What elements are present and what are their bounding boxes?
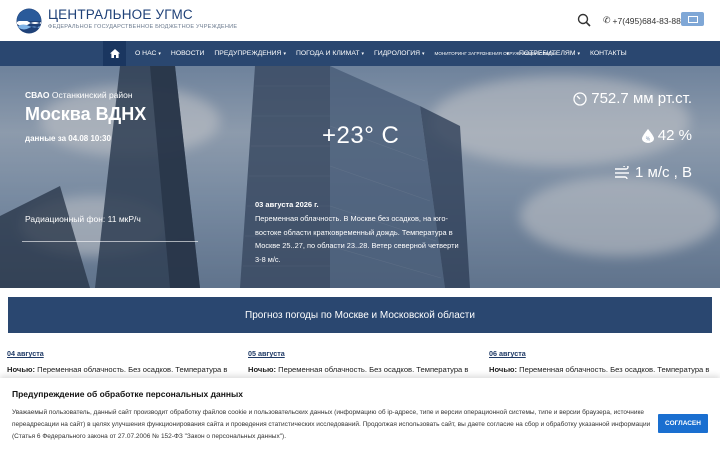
cookie-title: Предупреждение об обработке персональных… <box>12 389 244 399</box>
chevron-down-icon: ▾ <box>158 50 161 57</box>
site-subtitle: ФЕДЕРАЛЬНОЕ ГОСУДАРСТВЕННОЕ БЮДЖЕТНОЕ УЧ… <box>48 24 238 30</box>
nav-item-hydrology[interactable]: ГИДРОЛОГИЯ ▾ <box>369 50 430 57</box>
wind-stat: 1 м/с , В <box>615 164 692 181</box>
nav-home-button[interactable] <box>103 41 126 66</box>
cookie-consent-bar: Предупреждение об обработке персональных… <box>0 378 720 450</box>
search-icon[interactable] <box>577 13 591 27</box>
cookie-accept-button[interactable]: СОГЛАСЕН <box>658 414 708 433</box>
home-icon <box>109 49 120 58</box>
nav-item-about[interactable]: О НАС ▾ <box>130 50 166 57</box>
logo-icon[interactable] <box>16 8 42 34</box>
nav-item-contacts[interactable]: КОНТАКТЫ <box>585 50 632 57</box>
nav-item-pollution-monitoring[interactable]: МОНИТОРИНГ ЗАГРЯЗНЕНИЯ ОКРУЖАЮЩЕЙ СРЕДЫ ▾ <box>430 50 556 57</box>
phone-number: +7(495)684-83-88 <box>612 15 681 26</box>
station-name: Москва ВДНХ <box>25 104 147 124</box>
chevron-down-icon: ▾ <box>506 50 510 57</box>
mail-icon <box>687 15 698 23</box>
district: СВАО <box>25 90 50 100</box>
pressure-stat: 752.7 мм рт.ст. <box>573 90 692 107</box>
chevron-down-icon: ▾ <box>283 50 286 57</box>
divider <box>22 241 198 242</box>
period-label: Ночью: <box>7 365 36 374</box>
nav-label: КОНТАКТЫ <box>590 50 627 57</box>
svg-text:%: % <box>646 136 651 142</box>
wind-icon <box>615 166 629 179</box>
location-line: СВАО Останкинский район <box>25 90 133 100</box>
forecast-day-date[interactable]: 05 августа <box>248 349 478 358</box>
site-title[interactable]: ЦЕНТРАЛЬНОЕ УГМС <box>48 7 193 22</box>
humidity-icon: % <box>641 128 654 143</box>
site-header: ЦЕНТРАЛЬНОЕ УГМС ФЕДЕРАЛЬНОЕ ГОСУДАРСТВЕ… <box>0 0 720 41</box>
nav-item-news[interactable]: НОВОСТИ <box>166 50 210 57</box>
humidity-stat: % 42 % <box>641 127 692 144</box>
nav-label: МОНИТОРИНГ ЗАГРЯЗНЕНИЯ ОКРУЖАЮЩЕЙ СРЕДЫ <box>434 50 556 56</box>
pressure-value: 752.7 мм рт.ст. <box>591 90 692 107</box>
humidity-value: 42 % <box>657 127 692 144</box>
nav-label: ГИДРОЛОГИЯ <box>374 50 421 57</box>
forecast-text: Переменная облачность. В Москве без осад… <box>255 214 459 264</box>
chevron-down-icon: ▾ <box>577 50 581 57</box>
data-timestamp: данные за 04.08 10:30 <box>25 134 111 143</box>
chevron-down-icon: ▾ <box>361 50 365 57</box>
nav-label: ПРЕДУПРЕЖДЕНИЯ <box>214 50 282 57</box>
current-temperature: +23° C <box>322 122 400 149</box>
period-label: Ночью: <box>248 365 277 374</box>
nav-items: О НАС ▾ НОВОСТИ ПРЕДУПРЕЖДЕНИЯ ▾ ПОГОДА И … <box>130 41 632 66</box>
cookie-text: Уважаемый пользователь, данный сайт прои… <box>12 409 651 440</box>
phone-icon: ✆ <box>603 15 611 25</box>
nav-label: ПОГОДА И КЛИМАТ <box>295 50 360 57</box>
radiation-level: Радиационный фон: 11 мкР/ч <box>25 214 141 224</box>
nav-label: ПОТРЕБИТЕЛЯМ <box>519 50 576 57</box>
pressure-icon <box>573 91 587 106</box>
forecast-day-date[interactable]: 06 августа <box>489 349 719 358</box>
forecast-date: 03 августа 2026 г. <box>255 200 319 209</box>
nav-item-consumers[interactable]: ПОТРЕБИТЕЛЯМ ▾ <box>514 50 585 57</box>
nav-label: О НАС <box>135 50 157 57</box>
main-nav: О НАС ▾ НОВОСТИ ПРЕДУПРЕЖДЕНИЯ ▾ ПОГОДА И … <box>0 41 720 66</box>
chevron-down-icon: ▾ <box>422 50 425 57</box>
wind-value: 1 м/с , В <box>635 164 692 181</box>
phone-link[interactable]: ✆ +7(495)684-83-88 <box>603 15 681 26</box>
period-label: Ночью: <box>489 365 518 374</box>
forecast-day-date[interactable]: 04 августа <box>7 349 237 358</box>
area: Останкинский район <box>51 90 133 100</box>
mail-button[interactable] <box>681 12 704 26</box>
nav-item-weather-climate[interactable]: ПОГОДА И КЛИМАТ ▾ <box>291 50 369 57</box>
forecast-banner[interactable]: Прогноз погоды по Москве и Московской об… <box>8 297 712 333</box>
nav-label: НОВОСТИ <box>170 50 205 57</box>
nav-item-warnings[interactable]: ПРЕДУПРЕЖДЕНИЯ ▾ <box>209 50 291 57</box>
